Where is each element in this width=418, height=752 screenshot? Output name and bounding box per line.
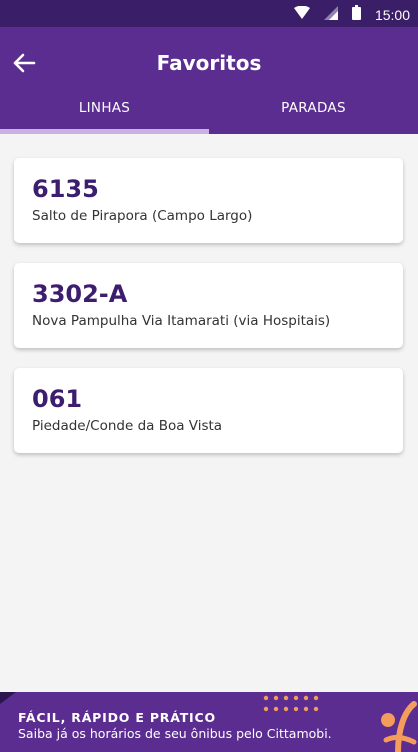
line-number: 3302-A bbox=[32, 280, 128, 308]
tab-linhas[interactable]: LINHAS bbox=[0, 94, 209, 134]
tab-linhas-label: LINHAS bbox=[78, 100, 131, 116]
status-time: 15:00 bbox=[374, 6, 410, 23]
banner-corner-decoration bbox=[0, 692, 16, 704]
wifi-icon bbox=[293, 5, 310, 24]
line-number: 6135 bbox=[32, 175, 99, 203]
map-pin-icon bbox=[381, 701, 417, 752]
tab-paradas[interactable]: PARADAS bbox=[209, 94, 418, 134]
banner-subtitle: Saiba já os horários de seu ônibus pelo … bbox=[18, 726, 332, 741]
line-name: Nova Pampulha Via Itamarati (via Hospita… bbox=[32, 313, 331, 329]
line-name: Salto de Pirapora (Campo Largo) bbox=[32, 208, 253, 224]
tab-bar: LINHAS PARADAS bbox=[0, 94, 418, 134]
app-bar: Favoritos LINHAS PARADAS bbox=[0, 27, 418, 134]
status-bar: 15:00 bbox=[0, 0, 418, 27]
favorite-line-card[interactable]: 061 Piedade/Conde da Boa Vista bbox=[14, 368, 403, 453]
signal-icon bbox=[323, 5, 338, 24]
line-name: Piedade/Conde da Boa Vista bbox=[32, 418, 223, 434]
favorite-line-card[interactable]: 6135 Salto de Pirapora (Campo Largo) bbox=[14, 158, 403, 243]
promo-banner[interactable]: FÁCIL, RÁPIDO E PRÁTICO Saiba já os horá… bbox=[0, 692, 418, 752]
battery-icon bbox=[351, 5, 361, 24]
favorite-line-card[interactable]: 3302-A Nova Pampulha Via Itamarati (via … bbox=[14, 263, 403, 348]
banner-dots-decoration bbox=[263, 695, 319, 712]
favorites-list: 6135 Salto de Pirapora (Campo Largo) 330… bbox=[0, 134, 418, 692]
banner-title: FÁCIL, RÁPIDO E PRÁTICO bbox=[18, 710, 216, 725]
page-title: Favoritos bbox=[156, 51, 262, 75]
line-number: 061 bbox=[32, 385, 83, 413]
status-icons: 15:00 bbox=[293, 5, 410, 24]
tab-paradas-label: PARADAS bbox=[281, 100, 346, 116]
